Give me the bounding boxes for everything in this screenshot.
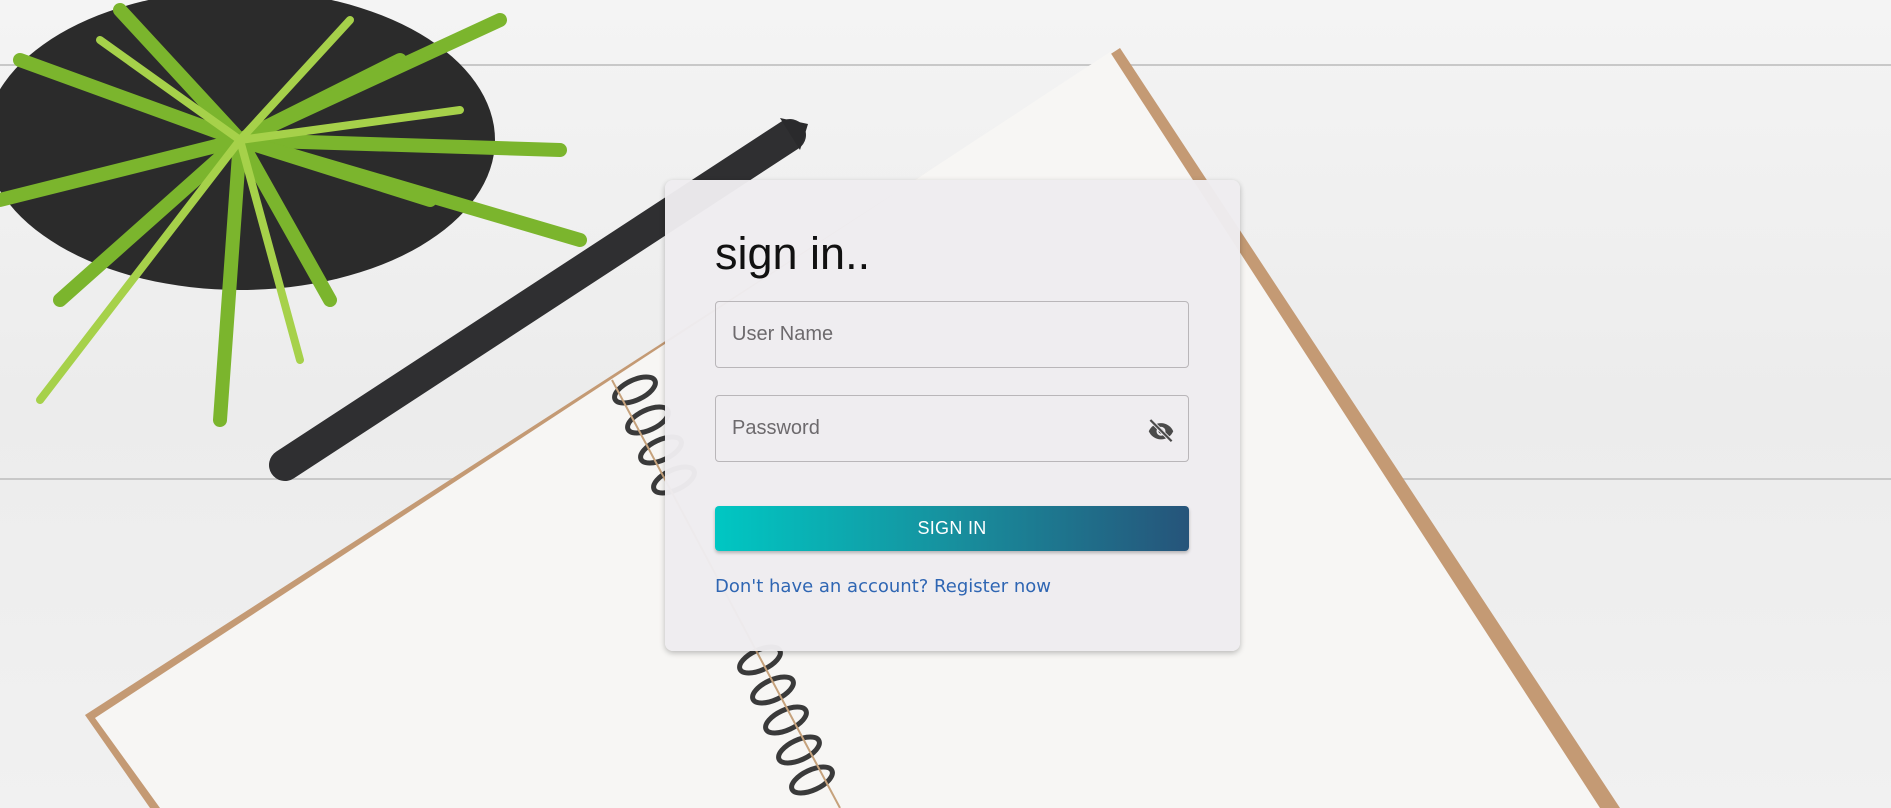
register-link[interactable]: Don't have an account? Register now bbox=[715, 576, 1051, 597]
username-field[interactable] bbox=[715, 301, 1189, 368]
password-input[interactable] bbox=[716, 396, 1188, 461]
plant-image bbox=[0, 0, 587, 427]
eye-off-icon[interactable] bbox=[1146, 415, 1176, 445]
password-field[interactable] bbox=[715, 395, 1189, 462]
username-input[interactable] bbox=[716, 302, 1188, 367]
sign-in-card: sign in.. SIGN IN Don't have an account?… bbox=[665, 180, 1240, 651]
login-page: sign in.. SIGN IN Don't have an account?… bbox=[0, 0, 1891, 808]
page-title: sign in.. bbox=[715, 228, 871, 279]
sign-in-button[interactable]: SIGN IN bbox=[715, 506, 1189, 551]
